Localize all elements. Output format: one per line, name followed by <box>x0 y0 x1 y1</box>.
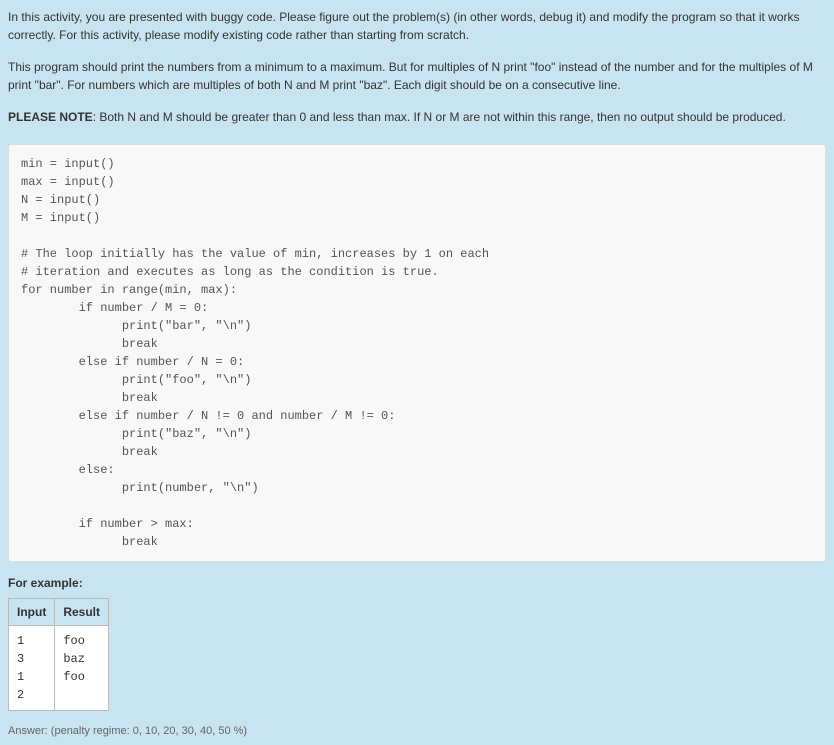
example-table: Input Result 1 3 1 2 foo baz foo <box>8 598 109 711</box>
example-input-cell: 1 3 1 2 <box>9 626 55 711</box>
instruction-paragraph-1: In this activity, you are presented with… <box>8 8 826 44</box>
table-header-result: Result <box>55 599 109 626</box>
code-block: min = input() max = input() N = input() … <box>8 144 826 562</box>
instructions-block: In this activity, you are presented with… <box>8 8 826 126</box>
table-row: 1 3 1 2 foo baz foo <box>9 626 109 711</box>
example-label: For example: <box>8 576 826 590</box>
table-header-input: Input <box>9 599 55 626</box>
instruction-note: PLEASE NOTE: Both N and M should be grea… <box>8 108 826 126</box>
note-text: : Both N and M should be greater than 0 … <box>93 110 786 124</box>
note-label: PLEASE NOTE <box>8 110 93 124</box>
instruction-paragraph-2: This program should print the numbers fr… <box>8 58 826 94</box>
example-result-cell: foo baz foo <box>55 626 109 711</box>
footer-info: Answer: (penalty regime: 0, 10, 20, 30, … <box>8 725 826 737</box>
